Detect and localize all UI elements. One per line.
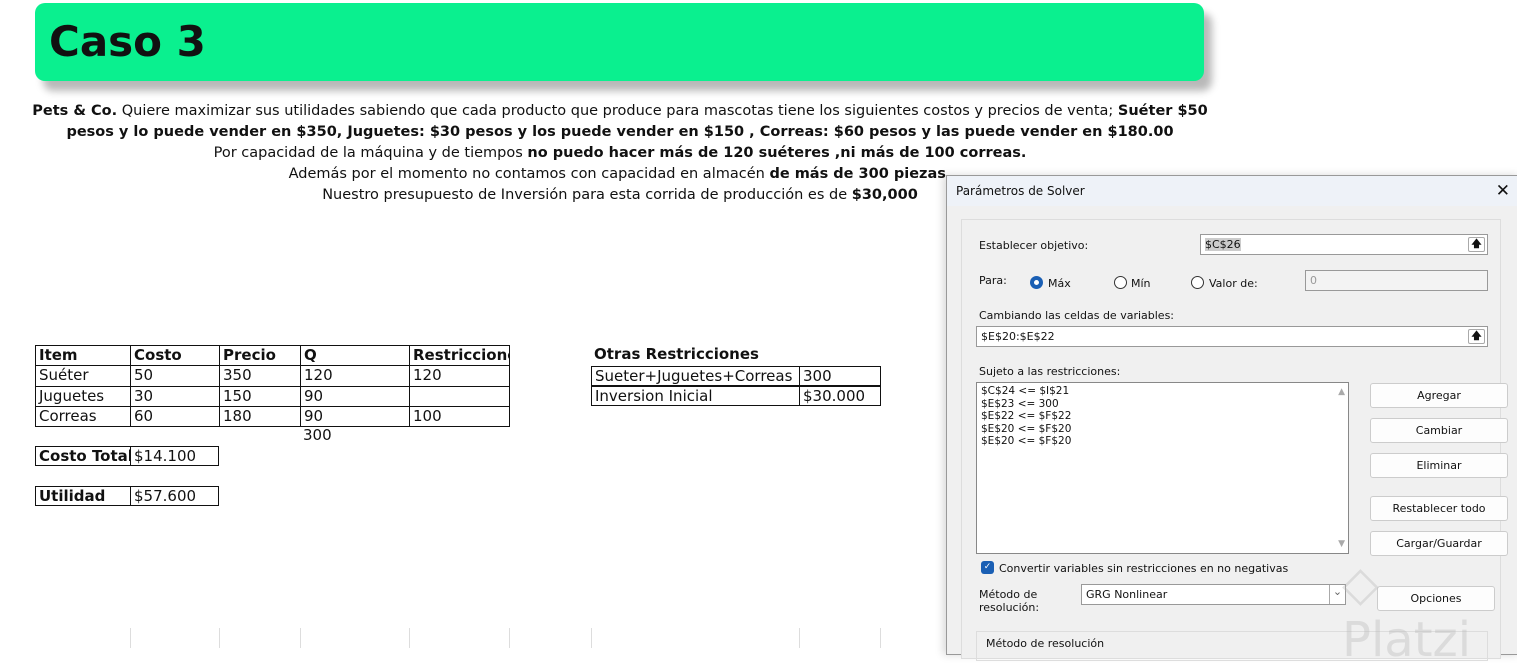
constraint-item[interactable]: $C$24 <= $I$21 <box>981 385 1344 398</box>
otras-row-label[interactable]: Sueter+Juguetes+Correas <box>591 366 800 386</box>
costo-total-label[interactable]: Costo Total <box>35 446 131 466</box>
constraint-item[interactable]: $E$23 <= 300 <box>981 398 1344 411</box>
sujeto-label: Sujeto a las restricciones: <box>979 365 1121 378</box>
objetivo-input[interactable]: $C$26 🡅 <box>1200 234 1488 255</box>
table-header-cell[interactable]: Restricciones <box>409 345 510 366</box>
gridline <box>130 628 131 648</box>
table-cell[interactable]: 100 <box>409 406 510 427</box>
table-header-cell[interactable]: Q <box>300 345 410 366</box>
restablecer-button[interactable]: Restablecer todo <box>1370 496 1508 521</box>
cambiar-button[interactable]: Cambiar <box>1370 418 1508 443</box>
table-header-cell[interactable]: Costo <box>130 345 220 366</box>
text: Por capacidad de la máquina y de tiempos <box>213 145 528 161</box>
table-cell[interactable]: 150 <box>219 386 301 407</box>
valor-label: Valor de: <box>1209 277 1258 290</box>
utilidad-value[interactable]: $57.600 <box>130 486 219 506</box>
min-label: Mín <box>1131 277 1151 290</box>
metodo-label: Método de resolución: <box>979 588 1040 614</box>
table-header-cell[interactable]: Precio <box>219 345 301 366</box>
cargar-guardar-button[interactable]: Cargar/Guardar <box>1370 531 1508 556</box>
otras-row-label[interactable]: Inversion Inicial <box>591 386 800 406</box>
dialog-titlebar: Parámetros de Solver <box>947 176 1517 206</box>
constraint-item[interactable]: $E$20 <= $F$20 <box>981 435 1344 448</box>
convertir-label: Convertir variables sin restricciones en… <box>999 562 1289 575</box>
table-cell[interactable]: 50 <box>130 365 220 387</box>
case-banner: Caso 3 <box>35 3 1204 81</box>
solver-dialog: Parámetros de Solver ✕ Establecer objeti… <box>946 175 1517 668</box>
min-radio[interactable] <box>1114 276 1127 289</box>
gridline <box>591 628 592 648</box>
metodo-select[interactable]: GRG Nonlinear ⌄ <box>1081 584 1346 605</box>
table-cell[interactable]: 120 <box>300 365 410 387</box>
table-cell[interactable]: Juguetes <box>35 386 131 407</box>
scroll-up-icon[interactable]: ▲ <box>1338 386 1345 399</box>
metodo-value: GRG Nonlinear <box>1086 588 1168 601</box>
table-cell[interactable]: Correas <box>35 406 131 427</box>
costo-total-value[interactable]: $14.100 <box>130 446 219 466</box>
table-cell[interactable] <box>409 386 510 407</box>
objetivo-value: $C$26 <box>1205 238 1241 251</box>
table-cell[interactable]: 30 <box>130 386 220 407</box>
gridline <box>409 628 410 648</box>
table-cell[interactable]: 90 <box>300 386 410 407</box>
case-title: Caso 3 <box>49 17 206 66</box>
scroll-down-icon[interactable]: ▼ <box>1338 538 1345 551</box>
problem-line-1: Pets & Co. Quiere maximizar sus utilidad… <box>30 101 1210 122</box>
objetivo-label: Establecer objetivo: <box>979 239 1089 252</box>
max-radio[interactable] <box>1030 276 1043 289</box>
eliminar-button[interactable]: Eliminar <box>1370 453 1508 478</box>
table-header-cell[interactable]: Item <box>35 345 131 366</box>
gridline <box>509 628 510 648</box>
convertir-checkbox[interactable]: ✓ <box>981 561 994 574</box>
gridline <box>300 628 301 648</box>
gridline <box>880 628 881 648</box>
valor-input[interactable]: 0 <box>1305 270 1488 291</box>
valor-radio[interactable] <box>1191 276 1204 289</box>
table-cell[interactable]: 120 <box>409 365 510 387</box>
collapse-arrow-icon[interactable]: 🡅 <box>1468 329 1485 344</box>
constraint-item[interactable]: $E$22 <= $F$22 <box>981 410 1344 423</box>
metodo-group-title: Método de resolución <box>986 637 1105 650</box>
gridline <box>799 628 800 648</box>
otras-row-value[interactable]: 300 <box>799 366 881 386</box>
para-label: Para: <box>979 274 1007 287</box>
platzi-watermark: ◇ Platzi <box>1342 556 1472 668</box>
gridline <box>219 628 220 648</box>
problem-line-2: pesos y lo puede vender en $350, Juguete… <box>66 124 1174 140</box>
table-cell[interactable]: Suéter <box>35 365 131 387</box>
cambiando-input[interactable]: $E$20:$E$22 🡅 <box>976 326 1488 347</box>
collapse-arrow-icon[interactable]: 🡅 <box>1468 237 1485 252</box>
company-name: Pets & Co. <box>32 103 118 119</box>
utilidad-label[interactable]: Utilidad <box>35 486 131 506</box>
table-cell[interactable]: 180 <box>219 406 301 427</box>
text: Además por el momento no contamos con ca… <box>288 166 770 182</box>
text-bold: no puedo hacer más de 120 suéteres ,ni m… <box>527 145 1027 161</box>
agregar-button[interactable]: Agregar <box>1370 383 1508 408</box>
cambiando-value: $E$20:$E$22 <box>981 330 1055 343</box>
table-cell[interactable]: 60 <box>130 406 220 427</box>
otras-restricciones-title: Otras Restricciones <box>594 345 759 363</box>
text-bold: de más de 300 piezas. <box>769 166 952 182</box>
dialog-title: Parámetros de Solver <box>956 184 1085 198</box>
text: Nuestro presupuesto de Inversión para es… <box>322 187 852 203</box>
close-icon[interactable]: ✕ <box>1496 181 1510 201</box>
text-bold: Suéter $50 <box>1117 103 1208 119</box>
constraint-item[interactable]: $E$20 <= $F$20 <box>981 423 1344 436</box>
max-label: Máx <box>1048 277 1071 290</box>
table-cell[interactable]: 90 <box>300 406 410 427</box>
table-cell[interactable]: 350 <box>219 365 301 387</box>
problem-line-3: Por capacidad de la máquina y de tiempos… <box>30 143 1210 164</box>
otras-row-value[interactable]: $30.000 <box>799 386 881 406</box>
text-bold: $30,000 <box>851 187 918 203</box>
q-total[interactable]: 300 <box>300 426 380 446</box>
cambiando-label: Cambiando las celdas de variables: <box>979 309 1175 322</box>
constraints-list[interactable]: $C$24 <= $I$21 $E$23 <= 300 $E$22 <= $F$… <box>976 382 1349 554</box>
text: Quiere maximizar sus utilidades sabiendo… <box>117 103 1118 119</box>
